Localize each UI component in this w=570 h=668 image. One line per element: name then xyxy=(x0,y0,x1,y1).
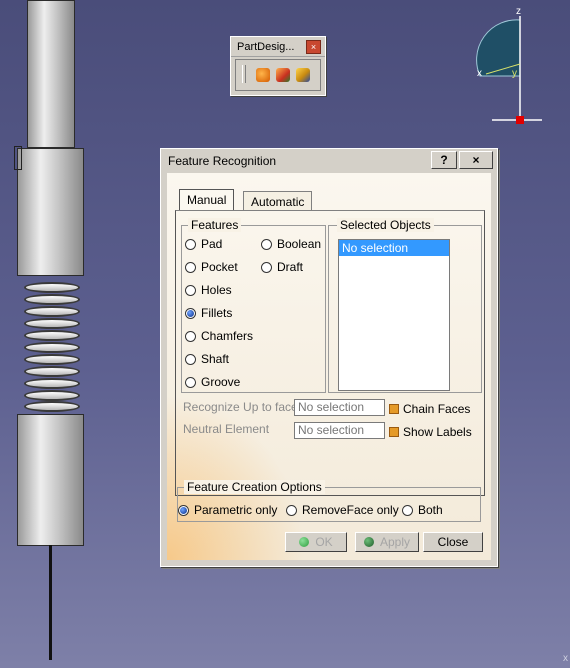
radio-holes-button xyxy=(185,284,196,296)
show-labels-label: Show Labels xyxy=(403,425,472,439)
collar-notch xyxy=(14,146,22,170)
feature-recognition-dialog: Feature Recognition ? × Manual Automatic… xyxy=(160,148,498,567)
radio-groove-button xyxy=(185,376,196,388)
selected-objects-label: Selected Objects xyxy=(337,218,434,232)
radio-shaft-button xyxy=(185,353,196,365)
radio-chamfers[interactable]: Chamfers xyxy=(185,328,253,344)
ok-button[interactable]: OK xyxy=(285,532,347,552)
chain-faces-label: Chain Faces xyxy=(403,402,471,416)
radio-parametric-only[interactable]: Parametric only xyxy=(178,502,277,518)
compass-icon xyxy=(476,16,542,124)
radio-pocket-button xyxy=(185,261,196,273)
compass-y-label: y xyxy=(512,68,517,79)
shaft-lower xyxy=(17,414,84,546)
creation-options-label: Feature Creation Options xyxy=(184,480,325,494)
tab-manual[interactable]: Manual xyxy=(179,189,235,211)
help-button[interactable]: ? xyxy=(431,151,457,169)
selected-objects-group: Selected Objects No selection xyxy=(328,218,482,393)
selected-objects-list[interactable]: No selection xyxy=(338,239,450,391)
partdesign-toolbar[interactable]: PartDesig... × xyxy=(230,36,326,96)
radio-removeface-only[interactable]: RemoveFace only xyxy=(286,502,399,518)
toolbar-close-button[interactable]: × xyxy=(306,40,321,54)
radio-pad[interactable]: Pad xyxy=(185,236,222,252)
dress-up-icon[interactable] xyxy=(296,68,310,82)
apply-button[interactable]: Apply xyxy=(355,532,419,552)
features-group-label: Features xyxy=(188,218,242,232)
neutral-element-label: Neutral Element xyxy=(183,422,270,436)
manual-tab-panel: Features Pad Boolean Pocket Draft Holes … xyxy=(175,210,485,496)
radio-both[interactable]: Both xyxy=(402,502,443,518)
recognize-up-to-face-field[interactable]: No selection xyxy=(294,399,385,416)
radio-fillets[interactable]: Fillets xyxy=(185,305,232,321)
radio-draft[interactable]: Draft xyxy=(261,259,303,275)
compass-z-label: z xyxy=(516,6,521,17)
radio-holes[interactable]: Holes xyxy=(185,282,232,298)
corner-axis-label: x xyxy=(563,653,568,664)
radio-fillets-button xyxy=(185,307,196,319)
radio-draft-button xyxy=(261,261,272,273)
sketch-based-icon[interactable] xyxy=(276,68,290,82)
spring xyxy=(24,282,80,412)
radio-groove[interactable]: Groove xyxy=(185,374,240,390)
dialog-content: Manual Automatic Features Pad Boolean Po… xyxy=(167,173,491,560)
radio-chamfers-button xyxy=(185,330,196,342)
creation-options-group: Feature Creation Options Parametric only… xyxy=(177,480,481,522)
toolbar-grip[interactable] xyxy=(242,65,246,83)
radio-pocket[interactable]: Pocket xyxy=(185,259,238,275)
shaft-upper xyxy=(27,0,75,148)
close-icon[interactable]: × xyxy=(459,151,493,169)
list-item[interactable]: No selection xyxy=(339,240,449,256)
recognize-feature-icon[interactable] xyxy=(256,68,270,82)
features-group: Features Pad Boolean Pocket Draft Holes … xyxy=(181,218,326,393)
ok-icon xyxy=(299,537,310,547)
dialog-title: Feature Recognition xyxy=(168,154,277,168)
show-labels-checkbox[interactable] xyxy=(389,427,399,437)
neutral-element-field[interactable]: No selection xyxy=(294,422,385,439)
close-button[interactable]: Close xyxy=(423,532,483,552)
shaft-needle xyxy=(49,545,52,660)
radio-boolean-button xyxy=(261,238,272,250)
shaft-collar xyxy=(17,148,84,276)
toolbar-body xyxy=(235,59,321,91)
radio-boolean[interactable]: Boolean xyxy=(261,236,321,252)
tab-automatic[interactable]: Automatic xyxy=(243,191,313,211)
apply-icon xyxy=(363,537,374,547)
chain-faces-checkbox[interactable] xyxy=(389,404,399,414)
radio-shaft[interactable]: Shaft xyxy=(185,351,229,367)
compass-x-label: x xyxy=(477,68,482,79)
dialog-titlebar[interactable]: Feature Recognition ? × xyxy=(163,151,495,171)
recognize-up-to-face-label: Recognize Up to face xyxy=(183,400,298,414)
compass[interactable]: z x y xyxy=(476,6,548,126)
radio-pad-button xyxy=(185,238,196,250)
